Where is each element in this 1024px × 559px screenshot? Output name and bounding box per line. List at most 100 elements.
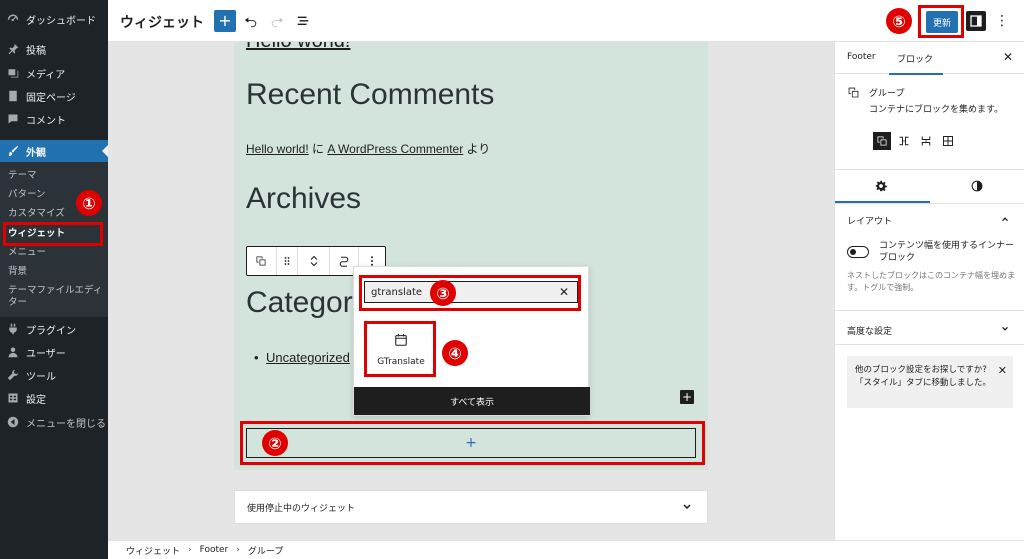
advanced-panel-heading[interactable]: 高度な設定	[847, 324, 892, 337]
hello-world-link[interactable]: Hello world!	[246, 42, 350, 53]
breadcrumb-separator: ›	[188, 545, 192, 555]
browse-all-button[interactable]: すべて表示	[354, 387, 590, 415]
comment-connector: に	[308, 142, 328, 156]
sidebar-item-media[interactable]: メディア	[0, 62, 108, 84]
category-item: Uncategorized	[254, 350, 350, 365]
chevron-down-icon	[683, 504, 691, 510]
tab-block[interactable]: ブロック	[888, 52, 944, 75]
dismiss-notice-icon[interactable]: ✕	[998, 364, 1007, 377]
submenu-menus[interactable]: メニュー	[8, 247, 104, 259]
sidebar-item-label: ダッシュボード	[26, 15, 96, 27]
breadcrumb-item-widgets[interactable]: ウィジェット	[126, 544, 180, 557]
comment-author-link[interactable]: A WordPress Commenter	[327, 142, 463, 156]
drag-handle[interactable]	[277, 247, 299, 275]
annotation-number-5: ⑤	[886, 8, 912, 34]
collapse-menu-button[interactable]: メニューを閉じる	[0, 411, 108, 433]
annotation-box-widgets	[3, 222, 103, 246]
sidebar-icon	[970, 15, 982, 27]
sidebar-item-tools[interactable]: ツール	[0, 364, 108, 386]
active-tab-indicator	[835, 201, 930, 203]
chevron-up-down-icon	[310, 255, 317, 267]
recent-comments-heading: Recent Comments	[246, 78, 495, 111]
redo-icon[interactable]	[268, 12, 286, 30]
sidebar-item-label: ユーザー	[26, 348, 66, 360]
drag-icon	[284, 257, 290, 265]
sidebar-item-posts[interactable]: 投稿	[0, 38, 108, 60]
row-variation-icon[interactable]	[895, 132, 913, 150]
block-description: コンテナにブロックを集めます。	[869, 105, 1004, 115]
comment-icon	[6, 112, 20, 126]
sidebar-item-settings[interactable]: 設定	[0, 387, 108, 409]
annotation-box-appender	[240, 421, 705, 465]
layout-variations	[873, 132, 957, 150]
annotation-number-3: ③	[430, 280, 456, 306]
plugin-icon	[6, 322, 20, 336]
sidebar-item-dashboard[interactable]: ダッシュボード	[0, 8, 108, 30]
transform-icon	[339, 256, 349, 267]
annotation-number-1: ①	[76, 190, 102, 216]
brush-icon	[6, 144, 20, 158]
sidebar-item-users[interactable]: ユーザー	[0, 341, 108, 363]
toggle-label: コンテンツ幅を使用するインナーブロック	[879, 241, 1015, 263]
submenu-theme-editor[interactable]: テーマファイルエディター	[8, 285, 104, 309]
archives-heading: Archives	[246, 182, 362, 215]
uncategorized-link[interactable]: Uncategorized	[266, 350, 350, 365]
divider	[835, 344, 1024, 345]
sidebar-item-label: プラグイン	[26, 325, 76, 337]
inactive-widgets-panel[interactable]: 使用停止中のウィジェット	[234, 490, 708, 524]
user-icon	[6, 345, 20, 359]
breadcrumb-item-group[interactable]: グループ	[248, 544, 283, 557]
block-inserter-toggle[interactable]: +	[214, 10, 236, 32]
grid-variation-icon[interactable]	[939, 132, 957, 150]
comment-post-link[interactable]: Hello world!	[246, 142, 309, 156]
annotation-box-update	[918, 5, 964, 38]
inactive-widgets-label: 使用停止中のウィジェット	[247, 503, 356, 514]
annotation-box-search	[359, 275, 581, 311]
sidebar-item-plugins[interactable]: プラグイン	[0, 318, 108, 340]
media-icon	[6, 66, 20, 80]
sidebar-item-label: ツール	[26, 371, 56, 383]
inner-blocks-width-toggle[interactable]	[847, 246, 869, 258]
options-menu-button[interactable]: ⋮	[994, 11, 1010, 31]
sidebar-item-label: コメント	[26, 115, 66, 127]
block-name: グループ	[869, 89, 905, 99]
breadcrumb-separator: ›	[236, 545, 240, 555]
comment-suffix: より	[463, 142, 491, 156]
admin-sidebar: ダッシュボード 投稿 メディア 固定ページ コメント 外観 テーマ パターン カ…	[0, 0, 108, 559]
styles-icon[interactable]	[971, 180, 983, 192]
categories-heading: Categor	[246, 286, 353, 319]
group-variation-icon[interactable]	[873, 132, 891, 150]
layout-panel-heading[interactable]: レイアウト	[847, 214, 892, 227]
stack-variation-icon[interactable]	[917, 132, 935, 150]
breadcrumb-item-footer[interactable]: Footer	[200, 545, 229, 555]
sidebar-item-appearance[interactable]: 外観	[0, 140, 108, 162]
pin-icon	[6, 42, 20, 56]
page-icon	[6, 89, 20, 103]
gear-icon[interactable]	[875, 180, 887, 192]
tab-footer[interactable]: Footer	[847, 52, 876, 62]
submenu-background[interactable]: 背景	[8, 266, 104, 278]
list-view-icon[interactable]	[294, 12, 312, 30]
chevron-down-icon[interactable]	[1000, 324, 1010, 334]
settings-tabs: Footer ブロック ✕	[835, 42, 1024, 75]
breadcrumb: ウィジェット › Footer › グループ	[108, 540, 1024, 559]
page-title: ウィジェット	[120, 15, 204, 31]
close-panel-icon[interactable]: ✕	[1003, 50, 1013, 64]
settings-panel-toggle[interactable]	[966, 11, 986, 31]
submenu-themes[interactable]: テーマ	[8, 170, 104, 182]
sidebar-item-pages[interactable]: 固定ページ	[0, 85, 108, 107]
sidebar-item-label: 投稿	[26, 45, 46, 57]
block-type-button[interactable]	[247, 247, 277, 275]
sidebar-item-comments[interactable]: コメント	[0, 108, 108, 130]
block-settings-panel: Footer ブロック ✕ グループ コンテナにブロックを集めます。 レイアウト…	[834, 42, 1024, 540]
block-card: グループ コンテナにブロックを集めます。	[835, 74, 1024, 170]
annotation-number-4: ④	[442, 340, 468, 366]
divider	[835, 310, 1024, 311]
move-up-down-buttons[interactable]	[298, 247, 330, 275]
chevron-up-icon[interactable]	[1000, 214, 1010, 224]
undo-icon[interactable]	[242, 12, 260, 30]
inspector-tabs	[835, 170, 1024, 204]
settings-icon	[6, 391, 20, 405]
dashboard-icon	[6, 12, 20, 26]
append-block-button[interactable]: +	[680, 390, 694, 404]
